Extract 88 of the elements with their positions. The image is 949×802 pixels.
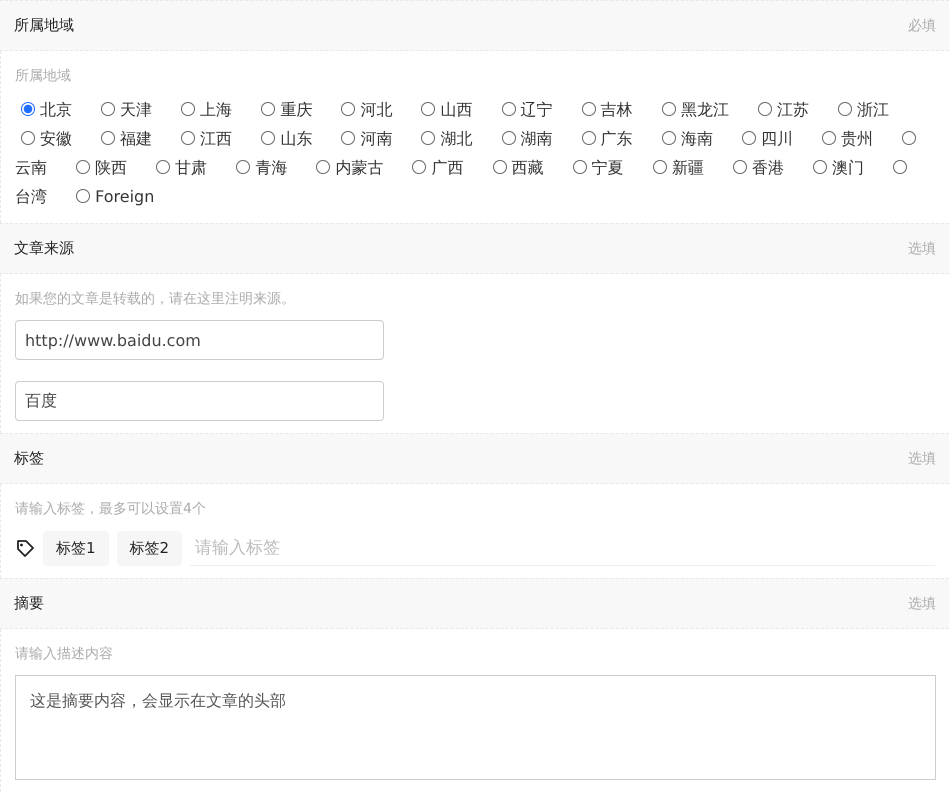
option-label: 香港 — [752, 158, 784, 177]
option-label: 山西 — [440, 100, 472, 119]
option-label: 河北 — [360, 100, 392, 119]
option-label: 江苏 — [776, 100, 809, 119]
radio-button[interactable] — [236, 160, 250, 174]
option-label: 内蒙古 — [335, 158, 384, 177]
option-label: 湖北 — [440, 129, 472, 148]
radio-button[interactable] — [156, 160, 170, 174]
radio-button[interactable] — [902, 131, 916, 145]
summary-textarea[interactable]: 这是摘要内容，会显示在文章的头部 — [15, 675, 936, 780]
radio-button[interactable] — [261, 102, 276, 116]
requirement-label: 选填 — [908, 450, 936, 468]
radio-button[interactable] — [758, 102, 772, 116]
radio-button[interactable] — [582, 131, 596, 145]
tag-icon — [15, 538, 35, 558]
option-label: 云南 — [15, 158, 47, 177]
radio-button[interactable] — [21, 131, 35, 145]
option-label: 西藏 — [512, 158, 544, 177]
radio-button[interactable] — [822, 131, 836, 145]
radio-button[interactable] — [421, 131, 436, 145]
option-label: 福建 — [120, 129, 152, 148]
radio-button[interactable] — [421, 102, 436, 116]
section-title: 摘要 — [14, 594, 44, 613]
radio-button[interactable] — [742, 131, 756, 145]
option-label: 青海 — [255, 158, 288, 177]
option-label: 吉林 — [600, 100, 633, 119]
option-label: 澳门 — [832, 158, 864, 177]
option-label: 湖南 — [520, 129, 553, 148]
radio-button[interactable] — [893, 160, 908, 174]
input-field[interactable]: 百度 — [15, 381, 384, 421]
option-label: 上海 — [200, 100, 232, 119]
option-label: 北京 — [40, 100, 72, 119]
requirement-label: 选填 — [908, 594, 936, 612]
radio-button[interactable] — [101, 131, 116, 145]
option-label: 陕西 — [95, 158, 128, 177]
option-label: 江西 — [200, 129, 232, 148]
option-label: 贵州 — [840, 129, 873, 148]
option-label: 广东 — [600, 129, 633, 148]
radio-button[interactable] — [341, 131, 356, 145]
section-title: 文章来源 — [14, 239, 74, 258]
option-label: 山东 — [280, 129, 312, 148]
option-label: 黑龙江 — [680, 100, 729, 119]
radio-button[interactable] — [261, 131, 276, 145]
radio-button[interactable] — [662, 131, 676, 145]
radio-button[interactable] — [732, 160, 747, 174]
section-title: 标签 — [14, 449, 44, 468]
requirement-label: 选填 — [908, 240, 936, 258]
section-title: 所属地域 — [14, 16, 74, 35]
field-hint: 请输入描述内容 — [15, 645, 113, 663]
radio-button[interactable] — [662, 102, 676, 116]
option-label: 宁夏 — [592, 158, 624, 177]
tag[interactable]: 标签2 — [116, 530, 182, 566]
tag[interactable]: 标签1 — [43, 530, 109, 566]
option-label: 甘肃 — [175, 158, 208, 177]
option-label: 河南 — [360, 129, 392, 148]
radio-button[interactable] — [101, 102, 116, 116]
radio-button[interactable] — [316, 160, 330, 174]
radio-button[interactable] — [502, 102, 516, 116]
input-field[interactable]: http://www.baidu.com — [15, 320, 384, 360]
field-hint: 所属地域 — [15, 67, 71, 85]
requirement-label: 必填 — [908, 16, 936, 34]
radio-button[interactable] — [502, 131, 516, 145]
option-label: 台湾 — [15, 187, 47, 206]
radio-button[interactable] — [492, 160, 507, 174]
option-label: 新疆 — [672, 158, 704, 177]
option-label: 浙江 — [856, 100, 889, 119]
radio-button[interactable] — [582, 102, 596, 116]
radio-button[interactable] — [812, 160, 827, 174]
option-label: 辽宁 — [520, 100, 553, 119]
radio-button[interactable] — [572, 160, 587, 174]
option-label: Foreign — [95, 187, 154, 206]
field-hint: 如果您的文章是转载的，请在这里注明来源。 — [15, 290, 295, 308]
radio-button[interactable] — [21, 102, 35, 116]
radio-button[interactable] — [76, 160, 90, 174]
option-label: 重庆 — [280, 100, 312, 119]
radio-button[interactable] — [181, 131, 196, 145]
radio-button[interactable] — [412, 160, 426, 174]
radio-button[interactable] — [181, 102, 196, 116]
radio-button[interactable] — [838, 102, 852, 116]
radio-button[interactable] — [76, 189, 90, 203]
option-label: 安徽 — [40, 129, 72, 148]
option-label: 天津 — [120, 100, 152, 119]
radio-button[interactable] — [652, 160, 667, 174]
field-hint: 请输入标签，最多可以设置4个 — [15, 500, 206, 518]
radio-button[interactable] — [341, 102, 356, 116]
option-label: 四川 — [760, 129, 793, 148]
option-label: 广西 — [431, 158, 464, 177]
option-label: 海南 — [680, 129, 713, 148]
